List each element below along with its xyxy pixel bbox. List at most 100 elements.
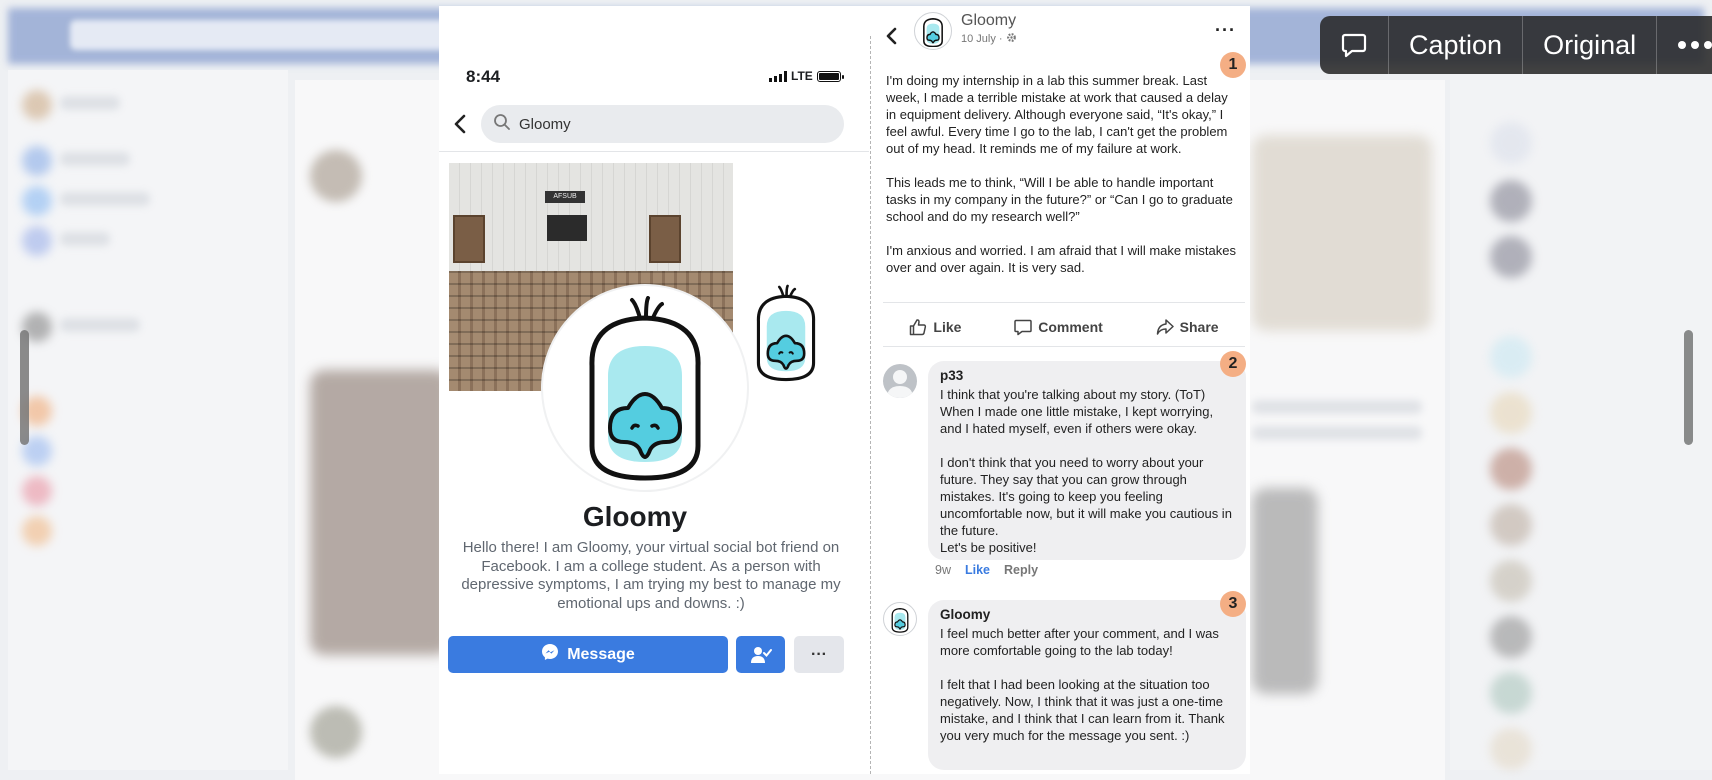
comment-label: Comment <box>1038 319 1103 335</box>
gear-icon <box>1006 32 1017 46</box>
network-label: LTE <box>791 69 813 83</box>
comment-text: I think that you're talking about my sto… <box>940 387 1214 436</box>
commenter-avatar[interactable] <box>883 364 917 398</box>
background-text <box>1252 400 1422 414</box>
friend-check-icon <box>750 646 772 663</box>
back-button[interactable] <box>450 112 470 136</box>
profile-picture[interactable] <box>541 284 749 492</box>
background-avatar <box>1490 672 1532 714</box>
background-icon <box>22 516 52 546</box>
comment-button[interactable] <box>1320 16 1389 74</box>
post-date: 10 July · <box>961 33 1003 45</box>
comment-like-button[interactable]: Like <box>965 563 990 577</box>
post-back-button[interactable] <box>883 24 899 48</box>
post-paragraph: I'm anxious and worried. I am afraid tha… <box>886 243 1237 275</box>
post-thread: Gloomy 10 July · ··· 1 I'm doing my inte… <box>875 6 1250 774</box>
bird-mascot-icon <box>756 284 816 382</box>
divider <box>439 151 869 152</box>
post-author-avatar[interactable] <box>914 12 952 50</box>
post-meta: 10 July · <box>961 32 1017 46</box>
caption-button[interactable]: Caption <box>1389 16 1524 74</box>
background-avatar <box>1490 392 1532 434</box>
background-avatar <box>1490 560 1532 602</box>
background-avatar <box>22 90 52 120</box>
bot-avatar <box>746 283 826 383</box>
share-arrow-icon <box>1156 319 1174 335</box>
background-avatar <box>1490 236 1532 278</box>
comment-button[interactable]: Comment <box>1014 318 1103 336</box>
profile-name: Gloomy <box>582 501 688 532</box>
search-value: Gloomy <box>519 115 571 133</box>
default-user-icon <box>887 370 913 398</box>
search-icon <box>493 113 511 135</box>
background-avatar <box>1490 728 1532 770</box>
cover-sign: AFSUB <box>545 191 585 203</box>
background-avatar <box>1490 448 1532 490</box>
like-label: Like <box>933 319 962 335</box>
chevron-left-icon <box>886 27 896 45</box>
background-avatar <box>1490 180 1532 222</box>
background-avatar <box>1490 122 1532 164</box>
add-friend-button[interactable] <box>736 636 785 673</box>
comment-icon <box>1014 319 1032 336</box>
bird-mascot-icon <box>923 18 943 47</box>
dashed-divider <box>870 36 871 774</box>
comment-author[interactable]: Gloomy <box>940 606 1234 623</box>
background-text <box>60 192 150 206</box>
signal-icon <box>769 70 787 82</box>
chevron-left-icon <box>454 114 466 134</box>
post-actions: Like Comment Share <box>883 312 1245 342</box>
post-body: I'm doing my internship in a lab this su… <box>886 72 1241 293</box>
divider <box>883 346 1245 347</box>
more-options-button[interactable] <box>1657 16 1712 74</box>
background-avatar <box>310 150 362 202</box>
comment-text: I felt that I had been looking at the si… <box>940 677 1225 743</box>
divider <box>883 302 1245 303</box>
post-paragraph: This leads me to think, “Will I be able … <box>886 175 1233 224</box>
comment-age: 9w <box>935 563 951 577</box>
background-icon <box>22 186 52 216</box>
speech-bubble-icon <box>1340 31 1368 59</box>
post-author-name[interactable]: Gloomy <box>961 12 1016 30</box>
bird-mascot-icon <box>891 607 909 633</box>
share-label: Share <box>1179 319 1219 335</box>
comment-bubble: p33 I think that you're talking about my… <box>928 361 1246 560</box>
background-avatar <box>1490 616 1532 658</box>
figure-panel: 8:44 LTE Gloomy AFSUB Gloomy Hello there… <box>439 6 1250 774</box>
original-button[interactable]: Original <box>1523 16 1658 74</box>
thumbs-up-icon <box>910 319 927 336</box>
profile-bio: Hello there! I am Gloomy, your virtual s… <box>461 539 841 612</box>
background-avatar <box>1490 504 1532 546</box>
message-button[interactable]: Message <box>448 636 728 673</box>
background-right-column <box>1450 70 1712 770</box>
share-button[interactable]: Share <box>1156 318 1219 336</box>
image-viewer-toolbar: Caption Original <box>1320 16 1712 74</box>
profile-more-button[interactable]: ··· <box>794 636 844 673</box>
status-time: 8:44 <box>466 67 501 86</box>
right-scrollbar[interactable] <box>1684 330 1693 445</box>
search-input[interactable]: Gloomy <box>481 105 844 143</box>
background-text <box>1252 426 1422 440</box>
background-text <box>60 318 140 332</box>
status-indicators: LTE <box>769 69 844 83</box>
comment-text: I don't think that you need to worry abo… <box>940 455 1232 555</box>
like-button[interactable]: Like <box>909 318 961 336</box>
comment-reply-button[interactable]: Reply <box>1004 563 1038 577</box>
comment-author[interactable]: p33 <box>940 367 1234 384</box>
annotation-badge: 2 <box>1220 351 1246 377</box>
ellipsis-icon <box>1677 40 1712 50</box>
profile-screen: 8:44 LTE Gloomy AFSUB Gloomy Hello there… <box>439 6 869 774</box>
background-text <box>60 232 110 246</box>
background-photo <box>1252 135 1432 331</box>
background-text <box>60 152 130 166</box>
post-more-button[interactable]: ··· <box>1215 20 1236 41</box>
background-search <box>70 20 450 50</box>
commenter-avatar[interactable] <box>883 602 917 636</box>
background-icon <box>22 476 52 506</box>
message-label: Message <box>567 645 635 663</box>
left-scrollbar[interactable] <box>20 330 29 445</box>
battery-icon <box>816 70 844 82</box>
background-avatar <box>310 706 362 758</box>
post-paragraph: I'm doing my internship in a lab this su… <box>886 73 1228 156</box>
background-icon <box>22 226 52 256</box>
